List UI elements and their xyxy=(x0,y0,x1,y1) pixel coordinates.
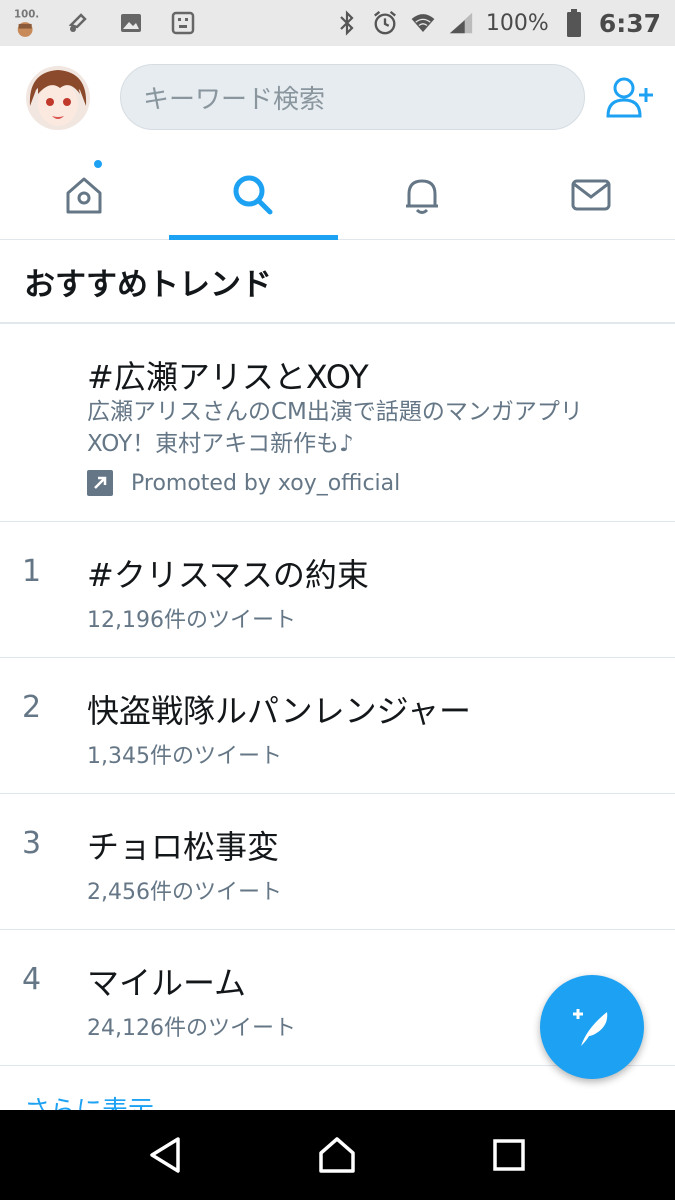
add-user-icon[interactable] xyxy=(604,76,654,120)
android-icon xyxy=(170,10,196,36)
compose-tweet-button[interactable] xyxy=(540,975,644,1079)
wifi-icon xyxy=(410,10,436,36)
back-button[interactable] xyxy=(136,1125,196,1185)
trend-description: 広瀬アリスさんのCM出演で話題のマンガアプリXOY！東村アキコ新作も♪ xyxy=(87,399,583,457)
tab-home[interactable] xyxy=(0,150,169,239)
trend-tweet-count: 2,456件のツイート xyxy=(87,880,282,905)
recents-icon xyxy=(493,1139,525,1171)
search-placeholder: キーワード検索 xyxy=(143,84,326,115)
section-title: おすすめトレンド xyxy=(0,241,675,324)
alarm-icon xyxy=(372,10,398,36)
tab-search[interactable] xyxy=(168,150,338,240)
trend-title: マイルーム xyxy=(87,964,247,1002)
back-icon xyxy=(150,1137,180,1173)
trend-rank: 2 xyxy=(22,690,42,725)
battery-icon xyxy=(561,9,587,37)
android-home-icon xyxy=(319,1137,356,1173)
clock-time: 6:37 xyxy=(598,8,661,38)
status-bar: 100. 100% 6:37 xyxy=(0,0,675,46)
trend-tweet-count: 1,345件のツイート xyxy=(87,744,282,769)
avatar[interactable] xyxy=(26,66,90,130)
bell-icon xyxy=(405,179,438,214)
battery-percentage: 100% xyxy=(485,10,549,36)
search-input[interactable]: キーワード検索 xyxy=(120,64,585,130)
tab-bar xyxy=(0,150,675,240)
trend-title: チョロ松事変 xyxy=(87,828,280,866)
promoted-arrow-icon xyxy=(87,470,113,496)
top-header: キーワード検索 xyxy=(0,46,675,150)
signal-icon xyxy=(448,10,474,36)
mail-icon xyxy=(571,179,611,210)
tab-messages[interactable] xyxy=(506,150,675,239)
search-icon xyxy=(233,175,273,214)
trend-title: #クリスマスの約束 xyxy=(87,556,369,594)
trend-rank: 3 xyxy=(22,826,42,861)
trend-tweet-count: 12,196件のツイート xyxy=(87,608,296,633)
notification-100-icon: 100. xyxy=(14,9,40,37)
trend-item[interactable]: 2 快盗戦隊ルパンレンジャー 1,345件のツイート xyxy=(0,658,675,794)
trend-rank: 1 xyxy=(22,554,42,589)
music-icon xyxy=(66,10,92,36)
image-icon xyxy=(118,10,144,36)
home-button[interactable] xyxy=(307,1125,367,1185)
trend-rank: 4 xyxy=(22,962,42,997)
trend-title: 快盗戦隊ルパンレンジャー xyxy=(87,692,472,730)
system-nav-bar xyxy=(0,1110,675,1200)
promoted-trend[interactable]: #広瀬アリスとXOY 広瀬アリスさんのCM出演で話題のマンガアプリXOY！東村ア… xyxy=(0,324,675,522)
trends-list: #広瀬アリスとXOY 広瀬アリスさんのCM出演で話題のマンガアプリXOY！東村ア… xyxy=(0,324,675,1066)
bluetooth-icon xyxy=(334,10,360,36)
trend-item[interactable]: 3 チョロ松事変 2,456件のツイート xyxy=(0,794,675,930)
trend-tweet-count: 24,126件のツイート xyxy=(87,1016,296,1041)
promoted-by: Promoted by xoy_official xyxy=(87,470,400,496)
trend-item[interactable]: 1 #クリスマスの約束 12,196件のツイート xyxy=(0,522,675,658)
promoted-by-label: Promoted by xoy_official xyxy=(131,470,401,496)
notification-badge-text: 100. xyxy=(14,9,39,20)
compose-feather-icon xyxy=(573,1009,608,1046)
home-icon xyxy=(66,177,102,213)
trend-title: #広瀬アリスとXOY xyxy=(87,358,369,396)
home-notification-dot xyxy=(92,158,104,170)
recents-button[interactable] xyxy=(479,1125,539,1185)
tab-notifications[interactable] xyxy=(338,150,507,239)
